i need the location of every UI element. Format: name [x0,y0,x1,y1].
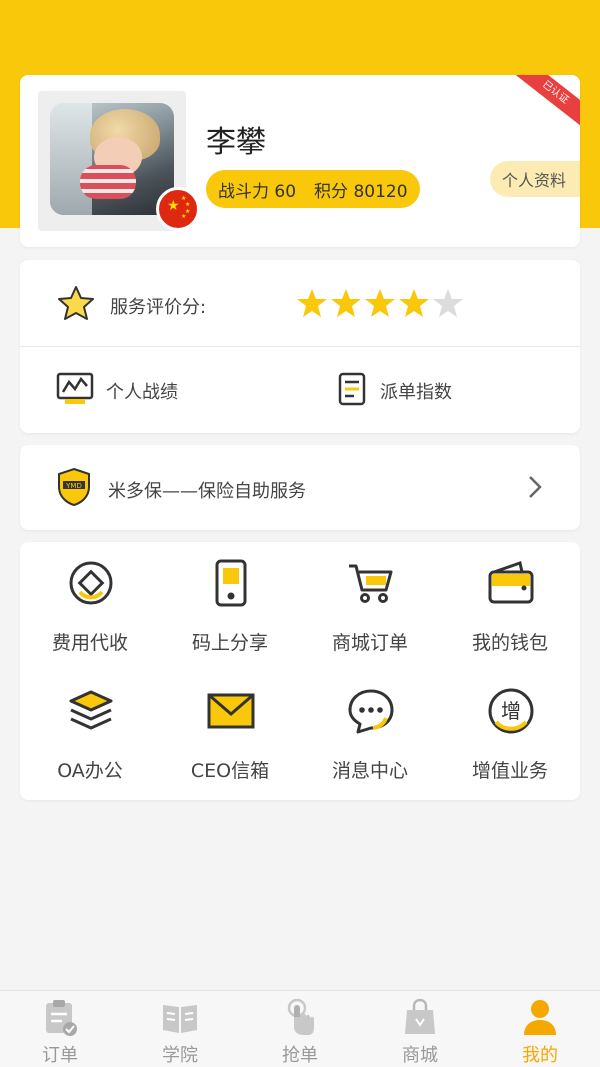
cart-icon [349,564,393,603]
clipboard-icon [46,1000,77,1036]
phone-qr-icon [215,559,247,607]
star-filled-icon [297,289,327,317]
layers-icon [69,690,113,730]
monitor-chart-icon [56,372,94,404]
tap-hand-icon [287,998,314,1035]
star-filled-icon [331,289,361,317]
verified-ribbon: 已认证 [505,75,580,135]
grid-item-code-share[interactable]: 码上分享 [160,542,300,662]
tab-grab-order[interactable]: 抢单 [240,991,360,1067]
bottom-tab-bar: 订单 学院 抢单 商城 我的 [0,990,600,1067]
wallet-icon [488,561,534,604]
shield-badge-text: YMD [65,482,82,490]
dispatch-index-link[interactable]: 派单指数 [336,368,536,412]
book-icon [163,1005,197,1033]
star-outline-icon [58,286,94,320]
tab-orders[interactable]: 订单 [0,991,120,1067]
svg-text:增: 增 [501,699,521,723]
profile-details-button[interactable]: 个人资料 [490,161,580,197]
grid-item-value-added[interactable]: 增 增值业务 [440,670,580,790]
user-icon [524,1000,556,1035]
grid-item-ceo-mailbox[interactable]: CEO信箱 [160,670,300,790]
avatar[interactable] [50,103,174,215]
grid-item-message-center[interactable]: 消息中心 [300,670,440,790]
rating-stars [296,288,464,318]
points-stat: 积分 80120 [314,181,408,202]
divider [20,346,580,347]
tab-academy[interactable]: 学院 [120,991,240,1067]
performance-link[interactable]: 个人战绩 [56,368,256,412]
user-name: 李攀 [206,125,266,160]
avatar-frame: ★ ★ ★ ★ ★ [38,91,200,231]
tab-mine[interactable]: 我的 [480,991,600,1067]
star-empty-icon [433,289,463,317]
star-filled-icon [399,289,429,317]
grid-item-oa-office[interactable]: OA办公 [20,670,160,790]
chat-icon [348,689,394,734]
tab-mall[interactable]: 商城 [360,991,480,1067]
power-stat: 战斗力 60 [218,181,297,202]
rating-card: 服务评价分: 个人战绩 派单指数 [20,260,580,433]
insurance-label: 米多保——保险自助服务 [108,481,306,502]
document-icon [338,372,366,406]
coin-icon [69,561,113,605]
chevron-right-icon [529,476,542,498]
mail-icon [207,693,255,729]
grid-item-wallet[interactable]: 我的钱包 [440,542,580,662]
services-grid: 费用代收 码上分享 商城订单 我的钱包 OA办公 CEO信箱 消息中心 增 增值… [20,542,580,800]
profile-card: ★ ★ ★ ★ ★ 李攀 战斗力 60 积分 80120 个人资料 已认证 [20,75,580,247]
grid-item-mall-orders[interactable]: 商城订单 [300,542,440,662]
china-flag-icon: ★ ★ ★ ★ ★ [156,187,200,231]
stats-pill: 战斗力 60 积分 80120 [206,170,420,208]
star-filled-icon [365,289,395,317]
shopping-bag-icon [405,998,435,1034]
insurance-row[interactable]: YMD 米多保——保险自助服务 [20,445,580,530]
value-added-icon: 增 [488,688,534,734]
shield-icon: YMD [58,467,90,507]
grid-item-fee-collection[interactable]: 费用代收 [20,542,160,662]
rating-label: 服务评价分: [110,297,207,318]
